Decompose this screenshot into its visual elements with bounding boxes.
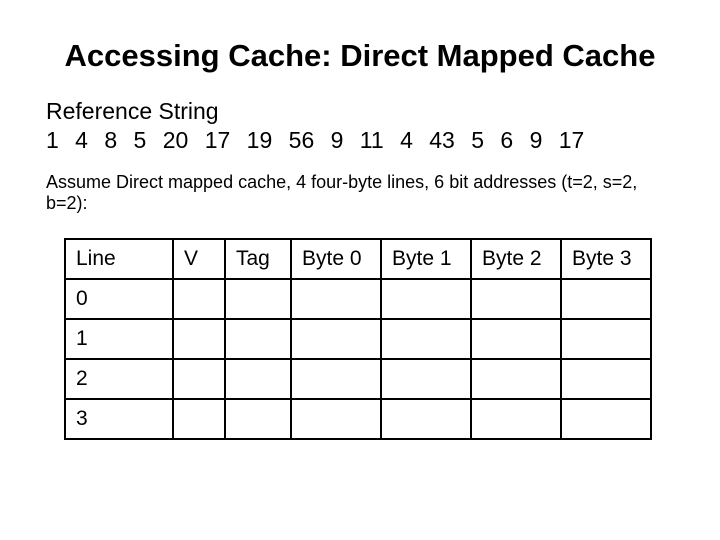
table-row: 0 <box>65 279 651 319</box>
slide-title: Accessing Cache: Direct Mapped Cache <box>46 38 674 74</box>
cell-line: 2 <box>65 359 173 399</box>
table-header-row: Line V Tag Byte 0 Byte 1 Byte 2 Byte 3 <box>65 239 651 279</box>
cell-line: 3 <box>65 399 173 439</box>
cell-v <box>173 319 225 359</box>
header-v: V <box>173 239 225 279</box>
cell-v <box>173 359 225 399</box>
cell-line: 1 <box>65 319 173 359</box>
cache-table: Line V Tag Byte 0 Byte 1 Byte 2 Byte 3 0… <box>64 238 652 440</box>
table-row: 3 <box>65 399 651 439</box>
slide: Accessing Cache: Direct Mapped Cache Ref… <box>0 0 720 540</box>
reference-string-values: 1 4 8 5 20 17 19 56 9 11 4 43 5 6 9 17 <box>46 127 674 154</box>
cell-v <box>173 399 225 439</box>
cell-b0 <box>291 319 381 359</box>
cell-b2 <box>471 319 561 359</box>
cell-line: 0 <box>65 279 173 319</box>
cell-b1 <box>381 319 471 359</box>
cell-b3 <box>561 399 651 439</box>
cell-b3 <box>561 319 651 359</box>
cell-b1 <box>381 399 471 439</box>
cell-b2 <box>471 399 561 439</box>
header-byte3: Byte 3 <box>561 239 651 279</box>
table-row: 2 <box>65 359 651 399</box>
cell-b0 <box>291 359 381 399</box>
cell-b0 <box>291 399 381 439</box>
cell-tag <box>225 359 291 399</box>
header-byte1: Byte 1 <box>381 239 471 279</box>
header-tag: Tag <box>225 239 291 279</box>
cell-b1 <box>381 359 471 399</box>
reference-string-label: Reference String <box>46 98 674 125</box>
cell-tag <box>225 399 291 439</box>
cell-b2 <box>471 359 561 399</box>
cell-b2 <box>471 279 561 319</box>
cell-v <box>173 279 225 319</box>
cell-b1 <box>381 279 471 319</box>
header-byte2: Byte 2 <box>471 239 561 279</box>
cell-b3 <box>561 359 651 399</box>
header-byte0: Byte 0 <box>291 239 381 279</box>
cell-tag <box>225 319 291 359</box>
header-line: Line <box>65 239 173 279</box>
table-row: 1 <box>65 319 651 359</box>
cell-b3 <box>561 279 651 319</box>
cell-tag <box>225 279 291 319</box>
assumption-text: Assume Direct mapped cache, 4 four-byte … <box>46 172 674 214</box>
cell-b0 <box>291 279 381 319</box>
